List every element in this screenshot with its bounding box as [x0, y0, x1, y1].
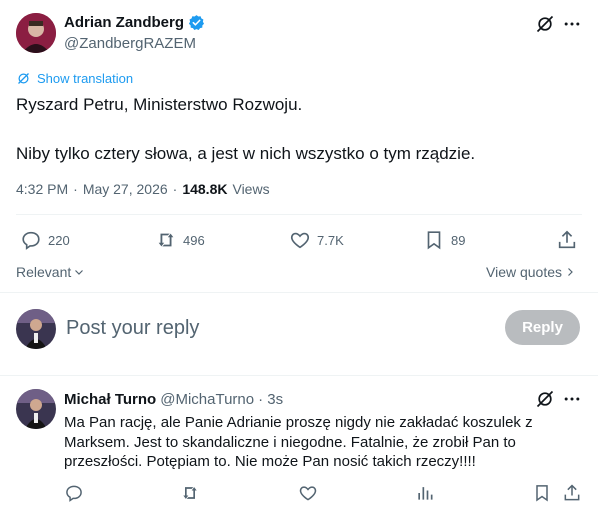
meta-separator-2: · [172, 181, 178, 197]
bookmark-icon [423, 229, 445, 251]
analytics-icon[interactable] [415, 483, 435, 503]
tweet-text-line2: Niby tylko cztery słowa, a jest w nich w… [16, 144, 476, 163]
composer-avatar[interactable] [16, 309, 56, 349]
author-name-text[interactable]: Adrian Zandberg [64, 14, 184, 31]
grok-icon[interactable] [535, 14, 555, 34]
repost-action[interactable]: 496 [155, 229, 205, 251]
reply-icon[interactable] [64, 483, 84, 503]
author-avatar[interactable] [16, 13, 56, 53]
view-quotes-label[interactable]: View quotes [486, 264, 562, 280]
view-quotes-link[interactable]: View quotes [486, 264, 576, 280]
like-icon [289, 229, 311, 251]
tweet-text-line1: Ryszard Petru, Ministerstwo Rozwoju. [16, 95, 303, 114]
reply-icon [20, 229, 42, 251]
divider [0, 375, 598, 376]
verified-icon [188, 14, 205, 31]
reply-header: Michał Turno @MichaTurno · 3s [64, 391, 283, 408]
tweet-time[interactable]: 4:32 PM [16, 181, 68, 197]
sort-dropdown[interactable]: Relevant [16, 264, 85, 280]
share-icon[interactable] [556, 229, 578, 251]
meta-separator: · [73, 181, 78, 197]
reply-composer-input[interactable]: Post your reply [66, 317, 199, 340]
divider [16, 214, 582, 215]
like-action[interactable]: 7.7K [289, 229, 344, 251]
share-icon[interactable] [562, 483, 582, 503]
like-count: 7.7K [317, 232, 344, 248]
reply-button[interactable]: Reply [505, 310, 580, 345]
more-icon[interactable] [562, 14, 582, 34]
bookmark-icon[interactable] [532, 483, 552, 503]
repost-icon[interactable] [180, 483, 200, 503]
repost-count: 496 [183, 232, 205, 248]
reply-author-avatar[interactable] [16, 389, 56, 429]
grok-icon[interactable] [535, 389, 555, 409]
author-name[interactable]: Adrian Zandberg [64, 14, 205, 31]
reply-time[interactable]: · 3s [258, 391, 283, 408]
show-translation-label[interactable]: Show translation [37, 71, 133, 86]
tweet-date[interactable]: May 27, 2026 [83, 181, 168, 197]
reply-author-handle[interactable]: @MichaTurno [160, 391, 254, 408]
reply-action[interactable]: 220 [20, 229, 70, 251]
more-icon[interactable] [562, 389, 582, 409]
show-translation-link[interactable]: Show translation [16, 71, 133, 86]
repost-icon [155, 229, 177, 251]
views-count: 148.8K [182, 181, 228, 197]
sort-label[interactable]: Relevant [16, 264, 71, 280]
bookmark-count: 89 [451, 232, 466, 248]
tweet-metadata: 4:32 PM · May 27, 2026 · 148.8K Views [16, 181, 270, 197]
views-label: Views [232, 181, 270, 197]
reply-author-name[interactable]: Michał Turno [64, 391, 156, 408]
chevron-right-icon [564, 266, 576, 278]
like-icon[interactable] [298, 483, 318, 503]
chevron-down-icon [73, 266, 85, 278]
author-handle[interactable]: @ZandbergRAZEM [64, 35, 196, 52]
reply-text: Ma Pan rację, ale Panie Adrianie proszę … [64, 414, 533, 470]
reply-count: 220 [48, 232, 70, 248]
bookmark-action[interactable]: 89 [423, 229, 465, 251]
translate-icon [16, 71, 31, 86]
divider [0, 292, 598, 293]
